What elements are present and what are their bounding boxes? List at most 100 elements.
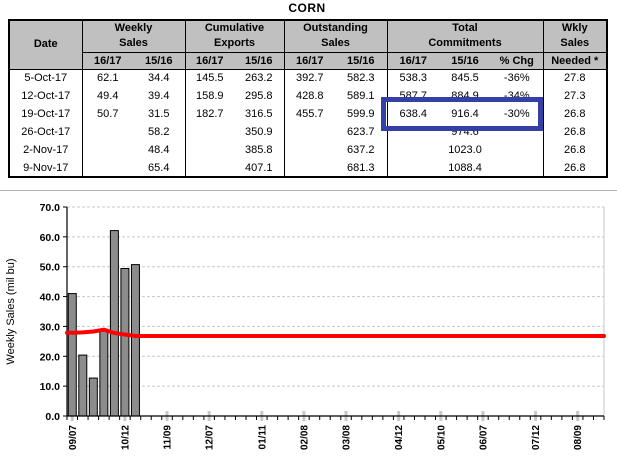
sub-header: Needed * (543, 52, 607, 69)
group-label-line: Total (452, 22, 477, 34)
svg-text:40.0: 40.0 (40, 292, 61, 304)
group-header-wkly-sales-needed: Wkly Sales (543, 20, 607, 52)
value-cell: 26.8 (543, 123, 607, 141)
date-cell: 12-Oct-17 (9, 87, 82, 105)
value-cell: 58.2 (133, 123, 185, 141)
value-cell: 1023.0 (439, 141, 491, 159)
svg-text:09/07: 09/07 (68, 425, 79, 450)
value-cell: 158.9 (185, 87, 234, 105)
svg-text:04/12: 04/12 (394, 425, 405, 450)
value-cell (387, 141, 439, 159)
table-body: 5-Oct-17 62.1 34.4 145.5 263.2 392.7 582… (9, 69, 607, 177)
date-cell: 2-Nov-17 (9, 141, 82, 159)
value-cell (284, 159, 335, 177)
value-cell (491, 159, 543, 177)
sub-header: 16/17 (82, 52, 133, 69)
date-cell: 19-Oct-17 (9, 105, 82, 123)
value-cell (82, 141, 133, 159)
value-cell: 392.7 (284, 69, 335, 87)
commitments-table: Date Weekly Sales Cumulative Exports Out… (8, 19, 608, 178)
value-cell: 589.1 (335, 87, 387, 105)
sub-header: 15/16 (439, 52, 491, 69)
value-cell: 637.2 (335, 141, 387, 159)
value-cell: 26.8 (543, 141, 607, 159)
svg-text:02/08: 02/08 (299, 425, 310, 450)
svg-text:01/11: 01/11 (257, 425, 268, 450)
value-cell: 587.7 (387, 87, 439, 105)
value-cell: 623.7 (335, 123, 387, 141)
weekly-sales-chart: 0.010.020.030.040.050.060.070.009/0710/1… (0, 190, 617, 464)
svg-text:60.0: 60.0 (40, 232, 61, 244)
table-row: 5-Oct-17 62.1 34.4 145.5 263.2 392.7 582… (9, 69, 607, 87)
value-cell (185, 159, 234, 177)
value-cell: 39.4 (133, 87, 185, 105)
svg-text:0.0: 0.0 (45, 411, 60, 423)
value-cell: 34.4 (133, 69, 185, 87)
group-header-weekly-sales: Weekly Sales (82, 20, 185, 52)
value-cell (387, 123, 439, 141)
group-label-line: Sales (321, 37, 350, 49)
value-cell (284, 141, 335, 159)
group-header-total-commitments: Total Commitments (387, 20, 543, 52)
svg-text:30.0: 30.0 (40, 321, 61, 333)
value-cell (185, 141, 234, 159)
value-cell: 31.5 (133, 105, 185, 123)
value-cell: 385.8 (234, 141, 284, 159)
sub-header: % Chg (491, 52, 543, 69)
value-cell: 295.8 (234, 87, 284, 105)
group-label-line: Exports (214, 37, 255, 49)
table-row: 9-Nov-17 65.4 407.1 681.3 1088.4 26.8 (9, 159, 607, 177)
value-cell: 27.8 (543, 69, 607, 87)
svg-text:70.0: 70.0 (40, 202, 61, 214)
value-cell: 48.4 (133, 141, 185, 159)
value-cell (82, 159, 133, 177)
svg-text:07/12: 07/12 (531, 425, 542, 450)
value-cell: 145.5 (185, 69, 234, 87)
sub-header: 16/17 (284, 52, 335, 69)
sub-header: 15/16 (133, 52, 185, 69)
value-cell (185, 123, 234, 141)
svg-text:12/07: 12/07 (205, 425, 216, 450)
value-cell: 599.9 (335, 105, 387, 123)
group-label-line: Outstanding (303, 22, 368, 34)
corn-export-sales-report: CORN Date Weekly Sales Cumulative Export… (0, 0, 617, 464)
svg-text:11/09: 11/09 (163, 425, 174, 450)
value-cell: 455.7 (284, 105, 335, 123)
value-cell: 845.5 (439, 69, 491, 87)
value-cell (284, 123, 335, 141)
table-header: Date Weekly Sales Cumulative Exports Out… (9, 20, 607, 69)
group-label-line: Sales (119, 37, 148, 49)
group-label-line: Sales (560, 37, 589, 49)
value-cell: 27.3 (543, 87, 607, 105)
group-header-outstanding-sales: Outstanding Sales (284, 20, 387, 52)
svg-text:Weekly Sales (mil bu): Weekly Sales (mil bu) (5, 258, 17, 364)
table-row-highlighted: 19-Oct-17 50.7 31.5 182.7 316.5 455.7 59… (9, 105, 607, 123)
value-cell: 884.9 (439, 87, 491, 105)
svg-text:20.0: 20.0 (40, 351, 61, 363)
date-cell: 26-Oct-17 (9, 123, 82, 141)
value-cell: 974.6 (439, 123, 491, 141)
svg-text:10.0: 10.0 (40, 381, 61, 393)
value-cell: 1088.4 (439, 159, 491, 177)
value-cell: 49.4 (82, 87, 133, 105)
group-header-row: Date Weekly Sales Cumulative Exports Out… (9, 20, 607, 52)
value-cell: 350.9 (234, 123, 284, 141)
value-cell: 182.7 (185, 105, 234, 123)
group-label-line: Wkly (562, 22, 588, 34)
value-cell: 407.1 (234, 159, 284, 177)
value-cell: 26.8 (543, 159, 607, 177)
value-cell: -34% (491, 87, 543, 105)
table-row: 26-Oct-17 58.2 350.9 623.7 974.6 26.8 (9, 123, 607, 141)
date-cell: 9-Nov-17 (9, 159, 82, 177)
value-cell: 538.3 (387, 69, 439, 87)
group-header-cumulative-exports: Cumulative Exports (185, 20, 284, 52)
sub-header: 15/16 (335, 52, 387, 69)
sub-header: 16/17 (185, 52, 234, 69)
svg-text:08/09: 08/09 (573, 425, 584, 450)
group-label-line: Commitments (428, 37, 501, 49)
value-cell: 65.4 (133, 159, 185, 177)
value-cell: 681.3 (335, 159, 387, 177)
svg-text:03/08: 03/08 (342, 425, 353, 450)
value-cell (491, 141, 543, 159)
weekly-sales-chart-canvas: 0.010.020.030.040.050.060.070.009/0710/1… (0, 191, 617, 464)
